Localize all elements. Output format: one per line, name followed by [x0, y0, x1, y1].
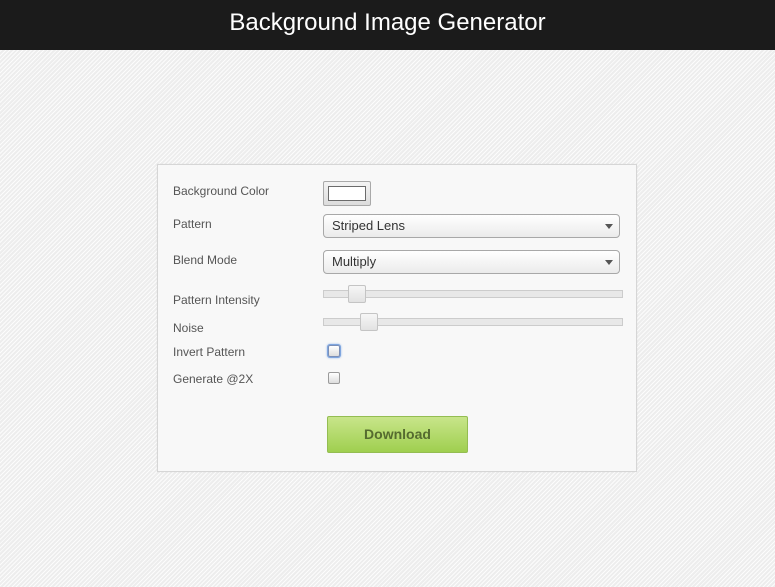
- pattern-select[interactable]: Striped Lens: [323, 214, 620, 238]
- generate-2x-label: Generate @2X: [173, 372, 254, 386]
- noise-slider[interactable]: [323, 313, 623, 331]
- settings-panel: Background Color Pattern Striped Lens Bl…: [157, 164, 637, 472]
- background-color-picker[interactable]: [323, 181, 371, 206]
- invert-pattern-checkbox[interactable]: [328, 345, 340, 357]
- invert-pattern-label: Invert Pattern: [173, 345, 246, 359]
- background-color-swatch: [328, 186, 366, 201]
- background-color-label: Background Color: [173, 184, 270, 198]
- blend-mode-label: Blend Mode: [173, 253, 238, 267]
- page-title: Background Image Generator: [229, 9, 546, 36]
- blend-mode-select[interactable]: Multiply: [323, 250, 620, 274]
- chevron-down-icon: [605, 260, 613, 265]
- app-header: Background Image Generator: [0, 0, 775, 50]
- noise-label: Noise: [173, 321, 204, 335]
- pattern-intensity-label: Pattern Intensity: [173, 293, 260, 307]
- blend-mode-select-value: Multiply: [332, 254, 377, 269]
- pattern-intensity-slider[interactable]: [323, 285, 623, 303]
- pattern-select-value: Striped Lens: [332, 218, 405, 233]
- chevron-down-icon: [605, 224, 613, 229]
- pattern-intensity-slider-thumb[interactable]: [348, 285, 366, 303]
- noise-slider-thumb[interactable]: [360, 313, 378, 331]
- download-button[interactable]: Download: [327, 416, 468, 453]
- generate-2x-checkbox[interactable]: [328, 372, 340, 384]
- pattern-label: Pattern: [173, 217, 212, 231]
